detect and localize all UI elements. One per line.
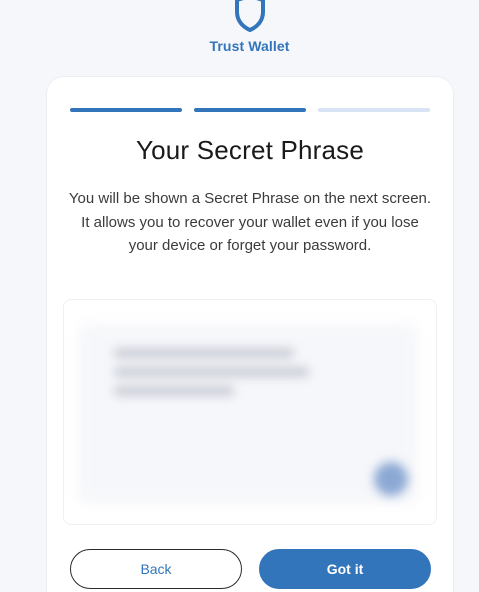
page-description: You will be shown a Secret Phrase on the… [68, 190, 432, 254]
secret-phrase-preview [63, 299, 437, 525]
back-button[interactable]: Back [70, 549, 242, 589]
blurred-button [374, 462, 408, 496]
page: Trust Wallet Your Secret Phrase You will… [0, 0, 479, 592]
shield-icon [235, 0, 265, 32]
got-it-button[interactable]: Got it [259, 549, 431, 589]
page-title: Your Secret Phrase [135, 135, 365, 165]
step-progress [70, 108, 430, 112]
progress-step-2 [194, 108, 306, 112]
blurred-text [114, 348, 309, 405]
brand-name: Trust Wallet [209, 38, 290, 54]
progress-step-1 [70, 108, 182, 112]
progress-step-3 [318, 108, 430, 112]
